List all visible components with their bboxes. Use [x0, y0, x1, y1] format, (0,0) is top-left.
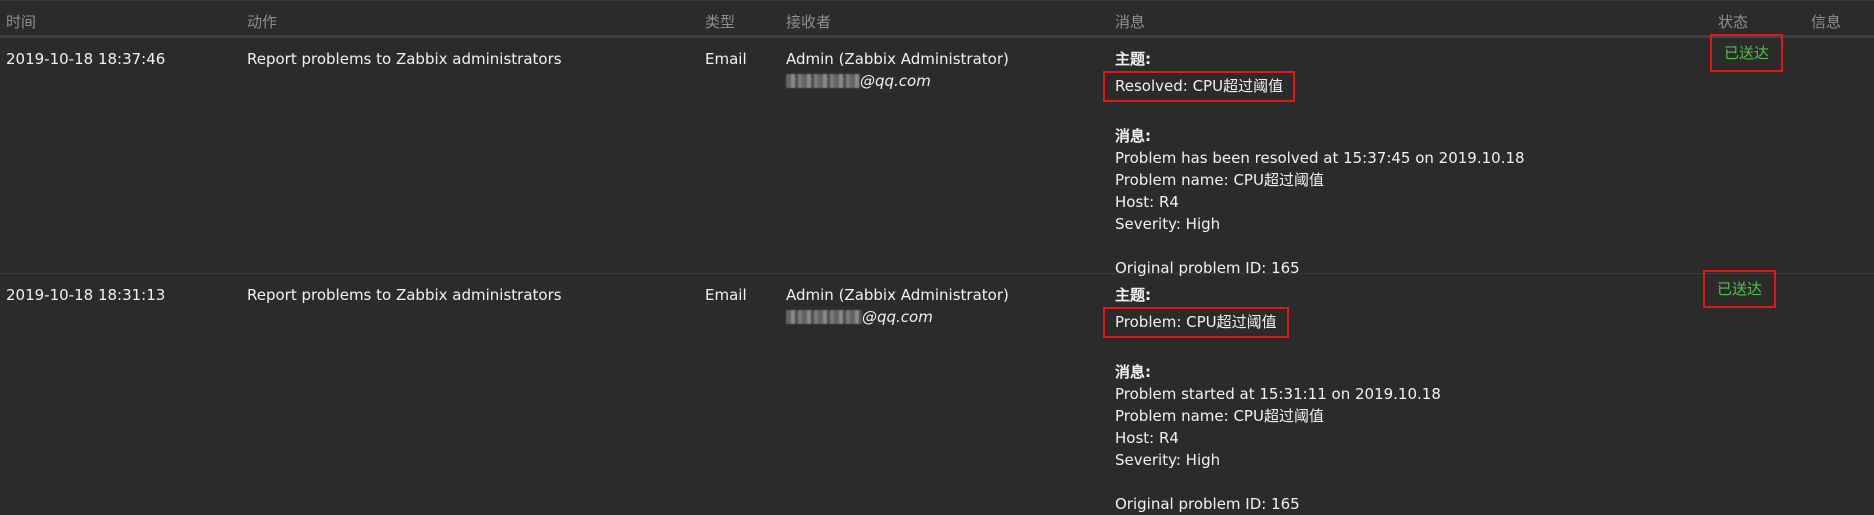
row-status: 已送达: [1703, 270, 1777, 308]
subject-label: 主题:: [1115, 50, 1151, 68]
message-line: Problem name: CPU超过阈值: [1115, 407, 1324, 425]
row-message: 主题: Problem: CPU超过阈值 消息: Problem started…: [1103, 284, 1441, 515]
message-line: Original problem ID: 165: [1115, 495, 1300, 513]
row-status: 已送达: [1710, 34, 1784, 72]
message-line: Host: R4: [1115, 429, 1179, 447]
message-label: 消息:: [1115, 363, 1151, 381]
row-message: 主题: Resolved: CPU超过阈值 消息: Problem has be…: [1103, 48, 1525, 279]
row-recipient: Admin (Zabbix Administrator) @qq.com: [786, 284, 1009, 328]
row-action: Report problems to Zabbix administrators: [247, 286, 562, 304]
recipient-email-domain: @qq.com: [860, 72, 931, 90]
row-type: Email: [705, 50, 747, 68]
recipient-email: @qq.com: [786, 306, 1009, 328]
row-time: 2019-10-18 18:31:13: [6, 286, 166, 304]
message-line: Severity: High: [1115, 451, 1221, 469]
subject-text: Problem: CPU超过阈值: [1115, 313, 1277, 331]
recipient-email-domain: @qq.com: [862, 308, 933, 326]
recipient-name: Admin (Zabbix Administrator): [786, 286, 1009, 304]
redacted-email-user: [786, 74, 860, 88]
message-line: Problem has been resolved at 15:37:45 on…: [1115, 149, 1525, 167]
row-recipient: Admin (Zabbix Administrator) @qq.com: [786, 48, 1009, 92]
header-message: 消息: [1115, 13, 1146, 31]
recipient-name: Admin (Zabbix Administrator): [786, 50, 1009, 68]
subject-highlight: Problem: CPU超过阈值: [1103, 307, 1289, 338]
header-action: 动作: [247, 13, 278, 31]
message-line: Problem started at 15:31:11 on 2019.10.1…: [1115, 385, 1441, 403]
header-info: 信息: [1811, 13, 1842, 31]
redacted-email-user: [786, 310, 862, 324]
table-row: 2019-10-18 18:31:13 Report problems to Z…: [0, 270, 1874, 515]
header-status: 状态: [1718, 13, 1749, 31]
subject-label: 主题:: [1115, 286, 1151, 304]
message-line: Host: R4: [1115, 193, 1179, 211]
row-action: Report problems to Zabbix administrators: [247, 50, 562, 68]
header-recipient: 接收者: [786, 13, 832, 31]
header-time[interactable]: 时间: [6, 11, 36, 32]
subject-text: Resolved: CPU超过阈值: [1115, 77, 1284, 95]
row-time: 2019-10-18 18:37:46: [6, 50, 166, 68]
table-row: 2019-10-18 18:37:46 Report problems to Z…: [0, 34, 1874, 277]
status-badge: 已送达: [1703, 270, 1777, 308]
header-type: 类型: [705, 13, 736, 31]
recipient-email: @qq.com: [786, 70, 1009, 92]
status-badge: 已送达: [1710, 34, 1784, 72]
message-label: 消息:: [1115, 127, 1151, 145]
row-type: Email: [705, 286, 747, 304]
message-line: Problem name: CPU超过阈值: [1115, 171, 1324, 189]
subject-highlight: Resolved: CPU超过阈值: [1103, 71, 1296, 102]
media-history-table: 时间 动作 类型 接收者 消息 状态 信息 2019-10-18 18:37:4…: [0, 0, 1874, 513]
message-line: Severity: High: [1115, 215, 1221, 233]
table-header: 时间 动作 类型 接收者 消息 状态 信息: [0, 0, 1874, 38]
